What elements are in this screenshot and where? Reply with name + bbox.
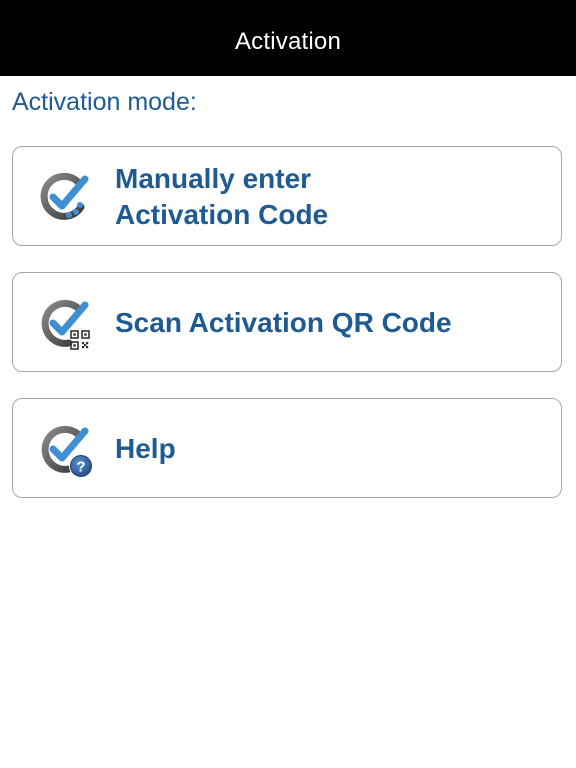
manual-entry-button[interactable]: Manually enter Activation Code xyxy=(12,146,562,246)
scan-qr-button[interactable]: Scan Activation QR Code xyxy=(12,272,562,372)
manual-entry-label-line-1: Manually enter xyxy=(115,163,312,194)
check-qr-icon xyxy=(35,293,95,353)
help-label-line-1: Help xyxy=(115,433,176,464)
navigation-bar: Activation xyxy=(0,0,576,76)
page-title: Activation xyxy=(234,27,342,55)
help-label: Help xyxy=(115,431,176,467)
activation-mode-label: Activation mode: xyxy=(12,88,197,116)
scan-qr-label: Scan Activation QR Code xyxy=(115,305,452,341)
check-dots-icon xyxy=(35,167,95,227)
check-help-icon: ? xyxy=(35,419,95,479)
manual-entry-label: Manually enter Activation Code xyxy=(115,161,328,233)
manual-entry-label-line-2: Activation Code xyxy=(115,199,329,230)
scan-qr-label-line-1: Scan Activation QR Code xyxy=(115,307,452,338)
help-button[interactable]: ? Help xyxy=(12,398,562,498)
help-badge-glyph: ? xyxy=(76,459,85,476)
